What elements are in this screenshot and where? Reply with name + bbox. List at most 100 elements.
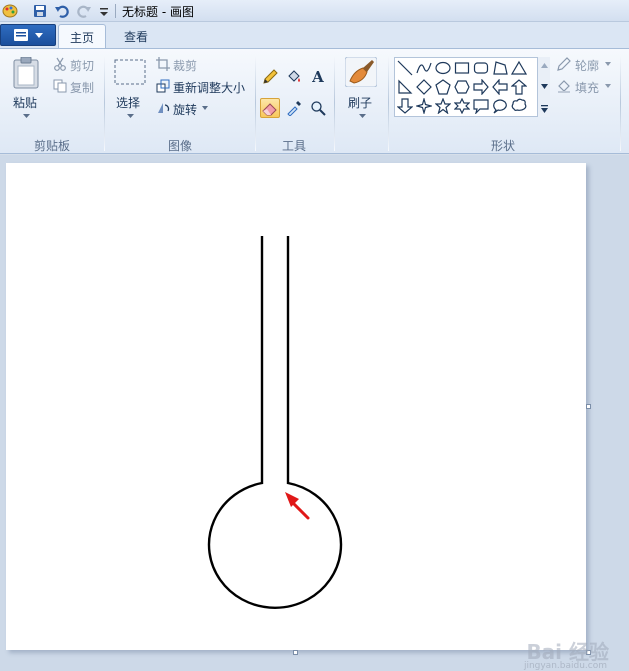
curve-shape-button[interactable] [415, 59, 433, 77]
magnifier-icon [311, 101, 326, 116]
resize-icon [156, 79, 170, 93]
fill-tool-button[interactable] [284, 67, 304, 87]
paint-menu-button[interactable] [0, 24, 56, 46]
tools-group-label: 工具 [281, 139, 306, 153]
select-label: 选择 [116, 96, 141, 110]
fill-button[interactable]: 填充 [575, 79, 599, 96]
triangle-shape-button[interactable] [510, 59, 528, 77]
copy-button[interactable]: 复制 [70, 79, 94, 96]
select-dropdown-chevron-icon[interactable] [127, 114, 134, 119]
undo-icon[interactable] [54, 3, 70, 19]
drawing-svg [207, 236, 343, 609]
outline-button[interactable]: 轮廓 [575, 57, 599, 74]
ribbon-divider [334, 55, 335, 151]
fill-dropdown-chevron-icon[interactable] [605, 84, 611, 88]
resize-handle-right[interactable] [586, 404, 591, 409]
clipboard-group-label: 剪贴板 [33, 139, 70, 153]
copy-icon [53, 79, 67, 93]
fill-bucket-icon [558, 80, 570, 93]
left-arrow-shape-button[interactable] [491, 78, 509, 96]
outline-dropdown-chevron-icon[interactable] [605, 62, 611, 66]
magnifier-tool-button[interactable] [308, 98, 328, 118]
ribbon-divider [104, 55, 105, 151]
rectangle-shape-button[interactable] [453, 59, 471, 77]
rotate-icon [158, 103, 170, 113]
brushes-dropdown-chevron-icon[interactable] [359, 114, 366, 119]
pentagon-shape-button[interactable] [434, 78, 452, 96]
crop-button[interactable]: 裁剪 [173, 57, 197, 74]
rotate-dropdown-chevron-icon[interactable] [202, 106, 208, 110]
scroll-down-icon[interactable] [541, 84, 548, 89]
ribbon-divider [388, 55, 389, 151]
shapes-gallery-scrollbar[interactable] [537, 57, 550, 117]
paste-label: 粘贴 [13, 96, 38, 110]
canvas-workspace: Bai 经验 jingyan.baidu.com [0, 155, 629, 671]
hexagon-shape-button[interactable] [453, 78, 471, 96]
menu-icon [14, 29, 28, 41]
line-icon [397, 60, 413, 76]
color-picker-tool-button[interactable] [284, 98, 304, 118]
oval-callout-shape-button[interactable] [491, 97, 509, 115]
crop-icon [156, 57, 170, 71]
shapes-gallery [394, 57, 550, 117]
down-arrow-shape-button[interactable] [396, 97, 414, 115]
diamond-shape-button[interactable] [415, 78, 433, 96]
rounded-rectangle-shape-button[interactable] [472, 59, 490, 77]
hexagon-icon [454, 80, 470, 94]
five-point-star-shape-button[interactable] [434, 97, 452, 115]
polygon-shape-button[interactable] [491, 59, 509, 77]
shapes-group-label: 形状 [490, 139, 515, 153]
resize-button[interactable]: 重新调整大小 [173, 79, 245, 96]
gallery-more-icon[interactable] [541, 105, 548, 113]
line-shape-button[interactable] [396, 59, 414, 77]
rectangle-icon [454, 62, 470, 74]
oval-callout-icon [493, 99, 507, 114]
right-arrow-shape-button[interactable] [472, 78, 490, 96]
paint-app-icon[interactable] [2, 3, 18, 19]
polygon-icon [493, 61, 508, 75]
eraser-icon [262, 103, 277, 116]
up-arrow-icon [511, 79, 527, 95]
up-arrow-shape-button[interactable] [510, 78, 528, 96]
six-point-star-icon [454, 98, 470, 114]
triangle-icon [511, 60, 527, 75]
right-arrow-icon [473, 79, 489, 95]
diamond-icon [416, 79, 432, 95]
save-icon[interactable] [32, 3, 48, 19]
cloud-callout-shape-button[interactable] [510, 97, 528, 115]
four-point-star-shape-button[interactable] [415, 97, 433, 115]
tab-home[interactable]: 主页 [58, 24, 106, 48]
left-arrow-icon [492, 79, 508, 95]
scroll-up-icon[interactable] [541, 63, 548, 68]
image-group-label: 图像 [167, 139, 192, 153]
redo-icon[interactable] [76, 3, 92, 19]
eyedropper-icon [287, 101, 301, 116]
cut-button[interactable]: 剪切 [70, 57, 94, 74]
text-tool-glyph: A [312, 68, 324, 86]
ribbon-divider [620, 55, 621, 151]
rotate-button[interactable]: 旋转 [173, 101, 197, 118]
outline-icon [557, 57, 571, 71]
title-bar: 无标题 - 画图 [0, 0, 629, 22]
resize-handle-bottom[interactable] [293, 650, 298, 655]
tab-view[interactable]: 查看 [112, 24, 160, 48]
oval-shape-button[interactable] [434, 59, 452, 77]
paste-dropdown-chevron-icon[interactable] [23, 114, 30, 119]
curve-icon [416, 62, 432, 74]
baidu-watermark-url: jingyan.baidu.com [523, 661, 607, 671]
six-point-star-shape-button[interactable] [453, 97, 471, 115]
flask-outline [207, 236, 343, 609]
customize-quick-access-icon[interactable] [96, 3, 112, 19]
oval-icon [435, 61, 451, 75]
text-tool-button[interactable]: A [308, 67, 328, 87]
drawing-canvas[interactable] [6, 163, 586, 650]
right-triangle-shape-button[interactable] [396, 78, 414, 96]
cloud-callout-icon [511, 98, 527, 111]
window-title: 无标题 - 画图 [122, 5, 194, 19]
eraser-tool-button[interactable] [260, 98, 280, 118]
rect-callout-shape-button[interactable] [472, 97, 490, 115]
pencil-tool-button[interactable] [260, 67, 280, 87]
right-triangle-icon [398, 79, 413, 94]
five-point-star-icon [435, 98, 451, 114]
red-arrow-annotation [285, 492, 310, 520]
